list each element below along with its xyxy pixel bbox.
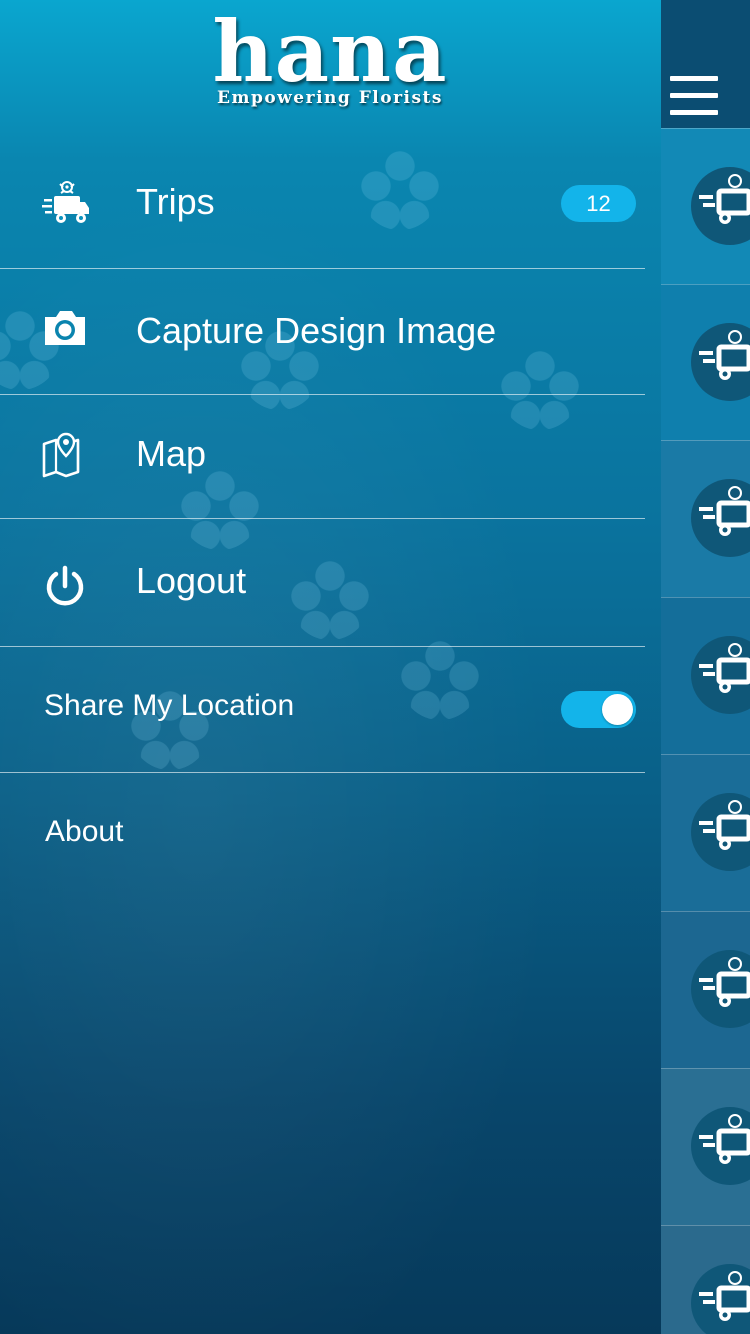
list-item[interactable] [661, 754, 750, 911]
menu-label-map: Map [136, 433, 207, 474]
delivery-truck-icon [42, 180, 89, 226]
menu-label-capture-design-image: Capture Design Image [136, 310, 497, 351]
menu-label-trips: Trips [136, 181, 215, 222]
delivery-truck-icon [699, 1271, 750, 1321]
share-location-row: Share My Location [0, 647, 645, 772]
app-header [661, 0, 750, 128]
delivery-truck-icon [699, 643, 750, 693]
menu-item-trips[interactable]: Trips 12 [0, 140, 645, 268]
menu-item-capture-design-image[interactable]: Capture Design Image [0, 269, 645, 394]
list-item[interactable] [661, 911, 750, 1068]
delivery-truck-icon [699, 486, 750, 536]
logo-wordmark: hana [212, 2, 448, 101]
list-item[interactable] [661, 284, 750, 441]
delivery-truck-icon [699, 174, 750, 224]
navigation-drawer: hana Empowering Florists Trips 12 Captur… [0, 0, 661, 1334]
delivery-truck-icon [699, 330, 750, 380]
list-item[interactable] [661, 1068, 750, 1225]
delivery-truck-icon [699, 800, 750, 850]
list-item[interactable] [661, 597, 750, 754]
delivery-truck-icon [699, 1114, 750, 1164]
power-icon [42, 564, 88, 610]
toggle-knob [602, 694, 633, 725]
menu-item-map[interactable]: Map [0, 395, 645, 518]
about-label: About [45, 815, 124, 848]
camera-icon [42, 309, 88, 355]
list-item[interactable] [661, 440, 750, 597]
list-item[interactable] [661, 1225, 750, 1334]
hamburger-menu-icon[interactable] [670, 76, 718, 116]
logo-tagline: Empowering Florists [217, 88, 443, 108]
hana-logo: hana Empowering Florists [200, 2, 460, 109]
map-pin-icon [42, 432, 88, 478]
trips-list-peek [661, 0, 750, 1334]
menu-item-about[interactable]: About [0, 773, 645, 883]
share-location-toggle[interactable] [561, 691, 636, 728]
delivery-truck-icon [699, 957, 750, 1007]
list-item[interactable] [661, 128, 750, 285]
share-location-label: Share My Location [44, 689, 295, 722]
menu-label-logout: Logout [136, 560, 247, 601]
trips-count-badge: 12 [561, 185, 636, 222]
menu-item-logout[interactable]: Logout [0, 519, 645, 646]
